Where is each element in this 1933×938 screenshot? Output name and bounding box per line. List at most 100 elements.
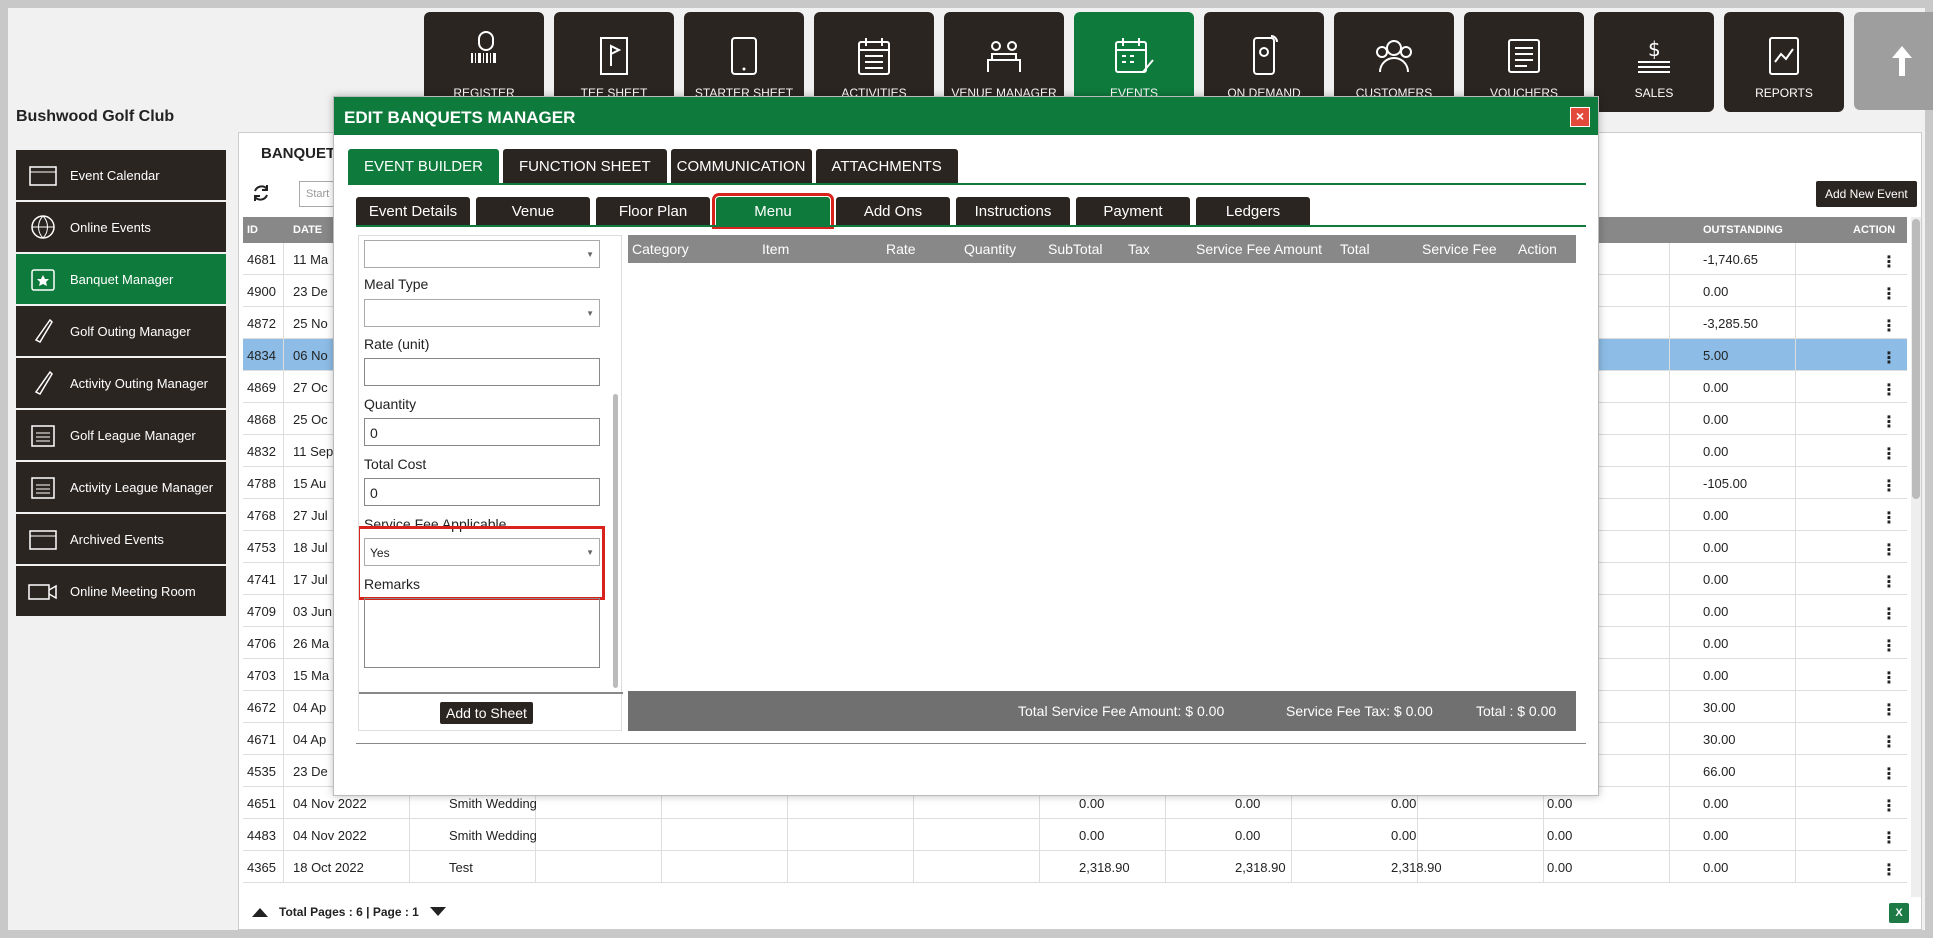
row-action-menu-icon[interactable]: ⋮ <box>1881 860 1897 880</box>
row-action-menu-icon[interactable]: ⋮ <box>1881 604 1897 624</box>
cell-date: 23 De <box>293 284 328 299</box>
row-action-menu-icon[interactable]: ⋮ <box>1881 348 1897 368</box>
scroll-thumb[interactable] <box>1912 219 1920 499</box>
column-divider <box>787 851 788 883</box>
column-divider <box>913 819 914 851</box>
row-action-menu-icon[interactable]: ⋮ <box>1881 284 1897 304</box>
row-action-menu-icon[interactable]: ⋮ <box>1881 476 1897 496</box>
cell-id: 4651 <box>247 796 276 811</box>
cell-date: 26 Ma <box>293 636 330 651</box>
rate-input[interactable] <box>364 358 600 386</box>
tab-payment[interactable]: Payment <box>1076 197 1190 225</box>
cell-id: 4834 <box>247 348 276 363</box>
category-select[interactable]: ▼ <box>364 240 600 268</box>
sidebar-item-activity-league-manager[interactable]: Activity League Manager <box>16 462 226 512</box>
arrow-up-icon <box>1892 46 1912 76</box>
tab-ledgers[interactable]: Ledgers <box>1196 197 1310 225</box>
nav-reports[interactable]: REPORTS <box>1724 12 1844 112</box>
rate-label: Rate (unit) <box>364 336 430 352</box>
sidebar-item-golf-outing-manager[interactable]: Golf Outing Manager <box>16 306 226 356</box>
row-action-menu-icon[interactable]: ⋮ <box>1881 796 1897 816</box>
column-divider <box>661 851 662 883</box>
cell-id: 4709 <box>247 604 276 619</box>
refresh-icon[interactable] <box>251 183 271 208</box>
column-divider <box>1669 275 1670 307</box>
meal-type-select[interactable]: ▼ <box>364 299 600 327</box>
money-icon: $ <box>1638 37 1670 73</box>
cell-date: 17 Jul <box>293 572 328 587</box>
tab-communication[interactable]: COMMUNICATION <box>670 149 812 183</box>
star-calendar-icon <box>28 266 58 292</box>
row-action-menu-icon[interactable]: ⋮ <box>1881 412 1897 432</box>
column-divider <box>1669 499 1670 531</box>
table-row[interactable]: 4483 04 Nov 2022 Smith Wedding 0.00 0.00 0.00… <box>243 819 1907 851</box>
tee-sheet-icon <box>600 37 628 75</box>
tab-event-builder[interactable]: EVENT BUILDER <box>348 149 499 183</box>
row-action-menu-icon[interactable]: ⋮ <box>1881 380 1897 400</box>
tab-floor-plan[interactable]: Floor Plan <box>596 197 710 225</box>
col-item: Item <box>762 241 790 257</box>
column-divider <box>1669 531 1670 563</box>
tab-function-sheet[interactable]: FUNCTION SHEET <box>502 149 667 183</box>
sidebar-item-online-events[interactable]: Online Events <box>16 202 226 252</box>
column-divider <box>1291 819 1292 851</box>
page-down-icon[interactable] <box>429 906 447 918</box>
row-action-menu-icon[interactable]: ⋮ <box>1881 764 1897 784</box>
total-cost-input[interactable]: 0 <box>364 478 600 506</box>
form-scrollbar[interactable] <box>613 394 618 688</box>
column-divider <box>661 819 662 851</box>
cell-id: 4832 <box>247 444 276 459</box>
column-divider <box>283 403 284 435</box>
row-action-menu-icon[interactable]: ⋮ <box>1881 316 1897 336</box>
column-divider <box>1795 243 1796 275</box>
column-divider <box>1795 371 1796 403</box>
row-action-menu-icon[interactable]: ⋮ <box>1881 668 1897 688</box>
nav-sales[interactable]: $ SALES <box>1594 12 1714 112</box>
column-divider <box>283 787 284 819</box>
tab-add-ons[interactable]: Add Ons <box>836 197 950 225</box>
quantity-input[interactable]: 0 <box>364 418 600 446</box>
cell-c2: 2,318.90 <box>1235 860 1286 875</box>
row-action-menu-icon[interactable]: ⋮ <box>1881 252 1897 272</box>
tab-venue[interactable]: Venue <box>476 197 590 225</box>
close-button[interactable]: × <box>1570 107 1590 127</box>
row-action-menu-icon[interactable]: ⋮ <box>1881 508 1897 528</box>
tab-menu[interactable]: Menu <box>712 193 834 229</box>
sidebar-item-online-meeting-room[interactable]: Online Meeting Room <box>16 566 226 616</box>
tab-instructions[interactable]: Instructions <box>956 197 1070 225</box>
excel-export-icon[interactable]: X <box>1889 903 1909 923</box>
page-up-icon[interactable] <box>251 906 269 918</box>
modal-title: EDIT BANQUETS MANAGER <box>344 108 576 127</box>
tab-event-details[interactable]: Event Details <box>356 197 470 225</box>
cell-c4: 0.00 <box>1547 860 1573 875</box>
main-tabs: EVENT BUILDER FUNCTION SHEET COMMUNICATI… <box>348 149 958 183</box>
sidebar-item-archived-events[interactable]: Archived Events <box>16 514 226 564</box>
scroll-up-button[interactable] <box>1854 12 1933 110</box>
tab-attachments[interactable]: ATTACHMENTS <box>815 149 958 183</box>
row-action-menu-icon[interactable]: ⋮ <box>1881 572 1897 592</box>
column-divider <box>1165 819 1166 851</box>
row-action-menu-icon[interactable]: ⋮ <box>1881 540 1897 560</box>
row-action-menu-icon[interactable]: ⋮ <box>1881 444 1897 464</box>
sidebar-item-banquet-manager[interactable]: Banquet Manager <box>16 254 226 304</box>
add-to-sheet-button[interactable]: Add to Sheet <box>440 702 533 724</box>
column-divider <box>283 691 284 723</box>
cell-date: 03 Jun <box>293 604 333 619</box>
sidebar-item-activity-outing-manager[interactable]: Activity Outing Manager <box>16 358 226 408</box>
cell-c1: 0.00 <box>1079 828 1105 843</box>
add-new-event-button[interactable]: Add New Event <box>1816 181 1917 207</box>
cell-id: 4900 <box>247 284 276 299</box>
row-action-menu-icon[interactable]: ⋮ <box>1881 732 1897 752</box>
sidebar-item-event-calendar[interactable]: Event Calendar <box>16 150 226 200</box>
table-row[interactable]: 4365 18 Oct 2022 Test 2,318.90 2,318.90 2,318… <box>243 851 1907 883</box>
sidebar-item-golf-league-manager[interactable]: Golf League Manager <box>16 410 226 460</box>
column-divider <box>1291 851 1292 883</box>
table-scrollbar[interactable] <box>1911 217 1921 897</box>
row-action-menu-icon[interactable]: ⋮ <box>1881 636 1897 656</box>
remarks-label: Remarks <box>364 576 421 592</box>
row-action-menu-icon[interactable]: ⋮ <box>1881 700 1897 720</box>
row-action-menu-icon[interactable]: ⋮ <box>1881 828 1897 848</box>
cell-id: 4706 <box>247 636 276 651</box>
column-divider <box>283 467 284 499</box>
remarks-textarea[interactable] <box>364 598 600 668</box>
